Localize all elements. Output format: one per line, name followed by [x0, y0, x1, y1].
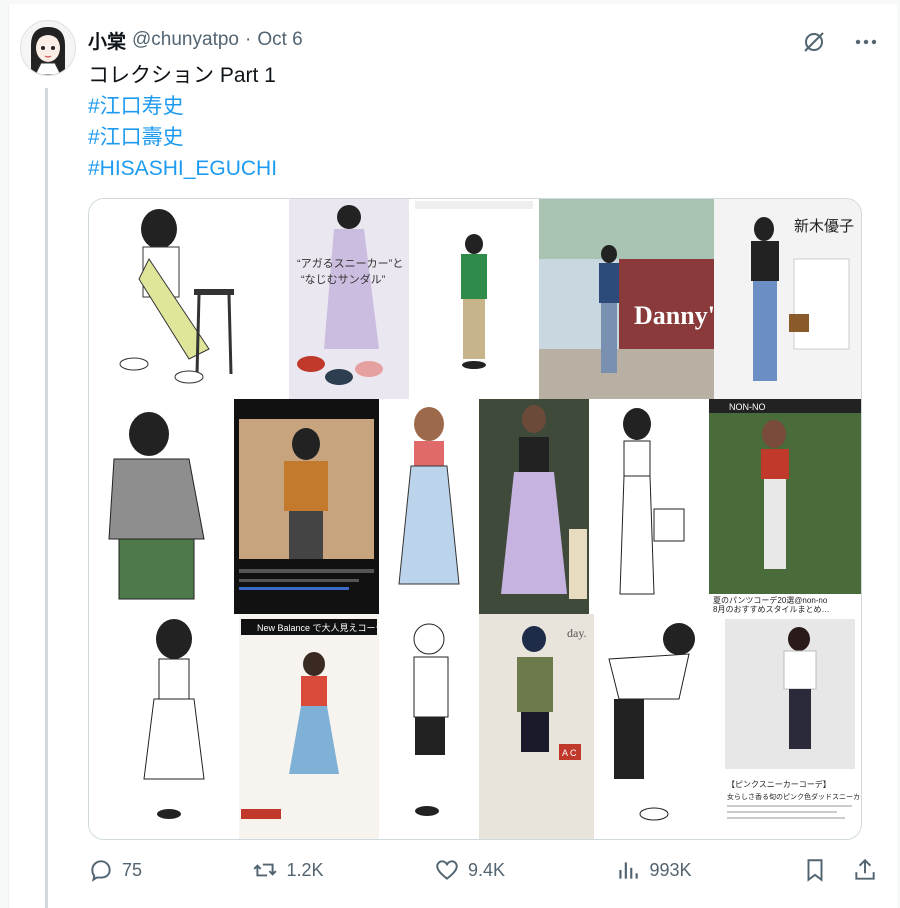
tile-green-hoodie	[409, 199, 539, 399]
bookmark-icon[interactable]	[802, 857, 828, 883]
thread-line	[45, 88, 48, 908]
tweet-header: 小棠 @chunyatpo · Oct 6	[88, 27, 303, 54]
handle[interactable]: @chunyatpo	[132, 29, 239, 51]
tile-illustration-skirt	[379, 399, 479, 614]
tile-illustration-tote	[589, 399, 709, 614]
avatar[interactable]	[20, 20, 76, 76]
pink-sneaker-title: 【ピンクスニーカーコーデ】	[727, 779, 831, 789]
tile-illustration-denim-skirt	[89, 614, 239, 839]
tile-illustration-overalls	[89, 199, 289, 399]
tile-instagram-post	[234, 399, 379, 614]
tweet-text: コレクション Part 1 #江口寿史 #江口壽史 #HISASHI_EGUCH…	[88, 60, 848, 184]
retweet-count: 1.2K	[286, 859, 324, 880]
views-count: 993K	[649, 859, 692, 880]
like-count: 9.4K	[467, 859, 505, 880]
reply-count: 75	[122, 859, 143, 880]
reply-button[interactable]: 75	[88, 857, 142, 883]
speech-2: “なじむサンダル”	[301, 272, 386, 286]
analytics-icon	[619, 862, 639, 879]
hashtag-link[interactable]: #HISASHI_EGUCHI	[88, 153, 848, 184]
tile-photo-green-jacket: A C day.	[479, 614, 594, 839]
tweet-top-actions	[800, 28, 880, 56]
name-card-text: 新木優子	[794, 218, 854, 235]
ac-logo: A C	[562, 748, 577, 758]
tweet-title-line: コレクション Part 1	[88, 64, 276, 87]
retweet-icon	[253, 863, 278, 877]
hashtag-link[interactable]: #江口寿史	[88, 91, 848, 122]
day-label: day.	[567, 626, 587, 640]
like-button[interactable]: 9.4K	[434, 857, 505, 883]
reply-icon	[91, 860, 111, 882]
tile-photo-lilac-skirt	[479, 399, 589, 614]
heart-icon	[436, 860, 458, 880]
tile-nonno-app: NON-NO 夏のパンツコーデ20選@non-no 8月のおすすめスタイルまとめ…	[709, 399, 861, 614]
tile-dannys-street: Danny's	[539, 199, 725, 399]
grok-icon[interactable]	[800, 28, 828, 56]
tweet-action-bar: 75 1.2K 9.4K 993K	[88, 852, 878, 888]
tile-magazine-sneakers: “アガるスニーカー”と “なじむサンダル”	[289, 199, 409, 399]
media-image[interactable]: “アガるスニーカー”と “なじむサンダル” Danny's 新木優子 NON-N…	[88, 198, 862, 840]
post-date[interactable]: Oct 6	[257, 29, 302, 51]
hashtag-link[interactable]: #江口壽史	[88, 122, 848, 153]
speech-1: “アガるスニーカー”と	[297, 257, 403, 270]
display-name[interactable]: 小棠	[88, 27, 126, 54]
pink-sneaker-sub: 女らしさ香る旬のピンク色ダッドスニーカー	[727, 792, 861, 801]
nonno-caption-2: 8月のおすすめスタイルまとめ…	[713, 605, 829, 614]
more-options-icon[interactable]	[852, 28, 880, 56]
share-icon[interactable]	[852, 857, 878, 883]
nonno-caption: 夏のパンツコーデ20選@non-no	[713, 595, 828, 605]
retweet-button[interactable]: 1.2K	[252, 857, 324, 883]
dannys-sign: Danny's	[634, 301, 725, 330]
tile-pink-sneaker-article: 【ピンクスニーカーコーデ】 女らしさ香る旬のピンク色ダッドスニーカー	[719, 614, 861, 839]
tile-new-balance-magazine: New Balance で大人見えコーデ！	[239, 614, 394, 839]
collage-grid: “アガるスニーカー”と “なじむサンダル” Danny's 新木優子 NON-N…	[89, 199, 861, 839]
tile-name-card: 新木優子	[714, 199, 861, 399]
tile-illustration-headphones	[594, 614, 719, 839]
bookmark-share-group	[802, 857, 878, 883]
avatar-illustration	[21, 21, 75, 75]
views-button[interactable]: 993K	[615, 857, 692, 883]
tile-illustration-cap	[379, 614, 479, 839]
nonno-label: NON-NO	[729, 402, 766, 412]
separator: ·	[244, 29, 252, 50]
tile-illustration-man	[89, 399, 234, 614]
new-balance-label: New Balance で大人見えコーデ！	[257, 622, 394, 633]
